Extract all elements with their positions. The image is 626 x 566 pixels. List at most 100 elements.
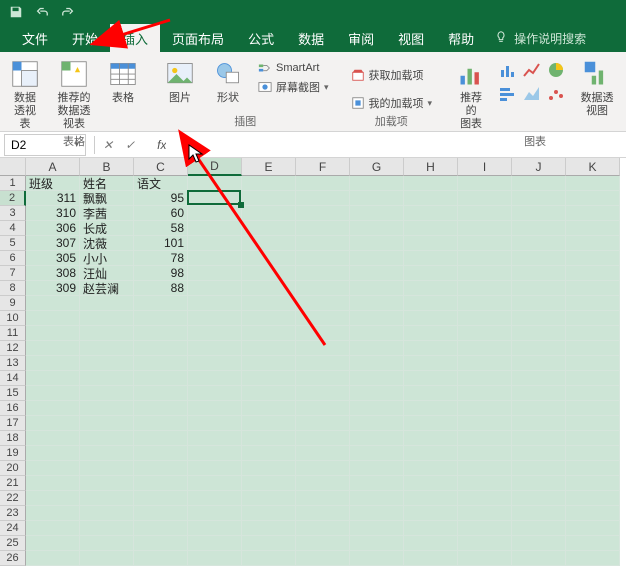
cell-I25[interactable] — [458, 536, 512, 551]
cell-J14[interactable] — [512, 371, 566, 386]
cell-C2[interactable]: 95 — [134, 191, 188, 206]
cell-D16[interactable] — [188, 401, 242, 416]
cell-B15[interactable] — [80, 386, 134, 401]
cell-J25[interactable] — [512, 536, 566, 551]
column-header-I[interactable]: I — [458, 158, 512, 176]
cell-G3[interactable] — [350, 206, 404, 221]
cell-I16[interactable] — [458, 401, 512, 416]
cell-C12[interactable] — [134, 341, 188, 356]
cell-D18[interactable] — [188, 431, 242, 446]
cell-D10[interactable] — [188, 311, 242, 326]
cell-B22[interactable] — [80, 491, 134, 506]
cell-G20[interactable] — [350, 461, 404, 476]
cell-K6[interactable] — [566, 251, 620, 266]
cell-A14[interactable] — [26, 371, 80, 386]
select-all-corner[interactable] — [0, 158, 26, 176]
row-header-8[interactable]: 8 — [0, 281, 26, 296]
cell-C26[interactable] — [134, 551, 188, 566]
cell-K2[interactable] — [566, 191, 620, 206]
get-addins-button[interactable]: 获取加载项 — [349, 66, 435, 84]
cell-A12[interactable] — [26, 341, 80, 356]
cell-F22[interactable] — [296, 491, 350, 506]
cell-E25[interactable] — [242, 536, 296, 551]
cell-G11[interactable] — [350, 326, 404, 341]
cell-E21[interactable] — [242, 476, 296, 491]
cell-K22[interactable] — [566, 491, 620, 506]
cell-J10[interactable] — [512, 311, 566, 326]
cell-J7[interactable] — [512, 266, 566, 281]
cell-H26[interactable] — [404, 551, 458, 566]
cell-E19[interactable] — [242, 446, 296, 461]
cell-E16[interactable] — [242, 401, 296, 416]
cell-F23[interactable] — [296, 506, 350, 521]
cell-E13[interactable] — [242, 356, 296, 371]
row-header-11[interactable]: 11 — [0, 326, 26, 341]
cell-G5[interactable] — [350, 236, 404, 251]
cell-C18[interactable] — [134, 431, 188, 446]
cell-H18[interactable] — [404, 431, 458, 446]
cell-K21[interactable] — [566, 476, 620, 491]
cell-E20[interactable] — [242, 461, 296, 476]
cell-I15[interactable] — [458, 386, 512, 401]
chart-scatter-icon[interactable] — [546, 84, 568, 106]
cell-K5[interactable] — [566, 236, 620, 251]
cell-G7[interactable] — [350, 266, 404, 281]
shapes-button[interactable]: 形状 — [208, 56, 248, 107]
cell-G18[interactable] — [350, 431, 404, 446]
cell-H15[interactable] — [404, 386, 458, 401]
cell-H8[interactable] — [404, 281, 458, 296]
cell-I6[interactable] — [458, 251, 512, 266]
cell-E18[interactable] — [242, 431, 296, 446]
cell-C23[interactable] — [134, 506, 188, 521]
cell-B14[interactable] — [80, 371, 134, 386]
cell-H6[interactable] — [404, 251, 458, 266]
cell-J24[interactable] — [512, 521, 566, 536]
cell-G24[interactable] — [350, 521, 404, 536]
cell-C6[interactable]: 78 — [134, 251, 188, 266]
cell-F12[interactable] — [296, 341, 350, 356]
cell-E2[interactable] — [242, 191, 296, 206]
cell-B16[interactable] — [80, 401, 134, 416]
cancel-formula-icon[interactable]: ✕ — [103, 138, 113, 152]
cell-B9[interactable] — [80, 296, 134, 311]
row-header-1[interactable]: 1 — [0, 176, 26, 191]
column-header-F[interactable]: F — [296, 158, 350, 176]
cell-B21[interactable] — [80, 476, 134, 491]
column-header-H[interactable]: H — [404, 158, 458, 176]
cell-C21[interactable] — [134, 476, 188, 491]
cell-I18[interactable] — [458, 431, 512, 446]
cell-B25[interactable] — [80, 536, 134, 551]
pivot-chart-button[interactable]: 数据透视图 — [576, 56, 618, 120]
column-header-G[interactable]: G — [350, 158, 404, 176]
row-header-20[interactable]: 20 — [0, 461, 26, 476]
cell-A9[interactable] — [26, 296, 80, 311]
row-header-12[interactable]: 12 — [0, 341, 26, 356]
row-header-13[interactable]: 13 — [0, 356, 26, 371]
cell-G2[interactable] — [350, 191, 404, 206]
enter-formula-icon[interactable]: ✓ — [125, 138, 135, 152]
cell-J13[interactable] — [512, 356, 566, 371]
cell-A5[interactable]: 307 — [26, 236, 80, 251]
cell-H5[interactable] — [404, 236, 458, 251]
cell-B11[interactable] — [80, 326, 134, 341]
cell-F3[interactable] — [296, 206, 350, 221]
cell-H12[interactable] — [404, 341, 458, 356]
cell-D5[interactable] — [188, 236, 242, 251]
cell-D17[interactable] — [188, 416, 242, 431]
cell-C24[interactable] — [134, 521, 188, 536]
cell-D24[interactable] — [188, 521, 242, 536]
cell-D6[interactable] — [188, 251, 242, 266]
cell-J6[interactable] — [512, 251, 566, 266]
cell-A22[interactable] — [26, 491, 80, 506]
cell-F9[interactable] — [296, 296, 350, 311]
cell-B4[interactable]: 长成 — [80, 221, 134, 236]
cell-J16[interactable] — [512, 401, 566, 416]
cell-B17[interactable] — [80, 416, 134, 431]
cell-J9[interactable] — [512, 296, 566, 311]
cell-I14[interactable] — [458, 371, 512, 386]
cell-E26[interactable] — [242, 551, 296, 566]
cell-I26[interactable] — [458, 551, 512, 566]
cell-A13[interactable] — [26, 356, 80, 371]
cell-E8[interactable] — [242, 281, 296, 296]
recommended-charts-button[interactable]: 推荐的 图表 — [452, 56, 490, 133]
